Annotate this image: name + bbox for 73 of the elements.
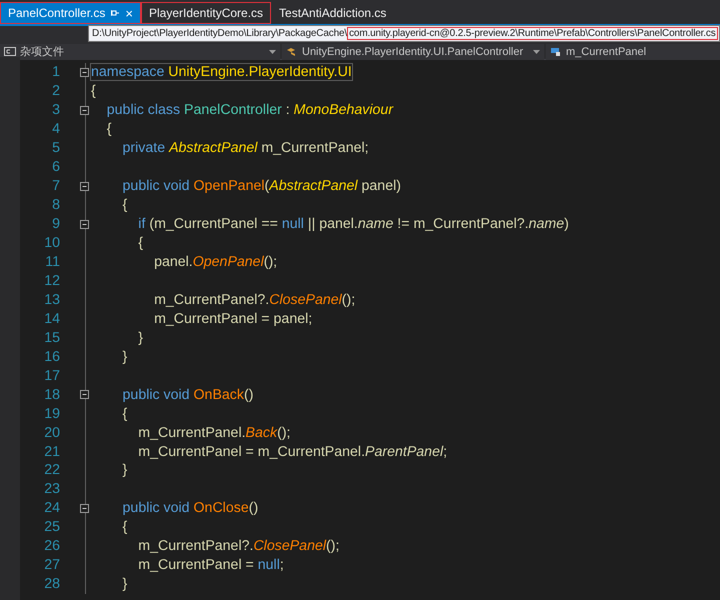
code-line: panel.OpenPanel(); — [153, 254, 278, 270]
code-line: { — [137, 235, 144, 252]
code-line: m_CurrentPanel = null; — [137, 557, 284, 574]
line-number: 21 — [43, 444, 60, 460]
collapse-icon[interactable] — [80, 390, 89, 400]
code-line: m_CurrentPanel?.ClosePanel(); — [153, 292, 356, 308]
code-line: m_CurrentPanel.Back(); — [137, 424, 290, 441]
class-icon — [286, 46, 298, 56]
code-line: private AbstractPanel m_CurrentPanel; — [122, 140, 369, 156]
path-text: D:\UnityProject\PlayerIdentityDemo\Library\PackageCache\ — [92, 28, 348, 39]
member-dropdown[interactable]: m_CurrentPanel — [546, 44, 720, 60]
file-tab[interactable]: PlayerIdentityCore.cs — [140, 2, 272, 24]
line-number: 22 — [43, 462, 60, 478]
line-number: 1 — [51, 64, 60, 80]
line-number: 7 — [51, 178, 60, 194]
close-icon[interactable]: × — [125, 6, 133, 20]
code-line: } — [122, 348, 128, 365]
file-tab[interactable]: PanelController.cs × — [0, 2, 141, 24]
field-icon — [550, 46, 562, 56]
code-line: if (m_CurrentPanel == null || panel.name != m_CurrentPanel?.name) — [137, 216, 569, 232]
line-number: 12 — [43, 272, 60, 289]
code-line: } — [137, 330, 144, 346]
collapse-icon[interactable] — [80, 182, 89, 191]
line-number: 23 — [43, 481, 60, 498]
line-number: 10 — [43, 235, 60, 252]
code-line: { — [122, 406, 128, 422]
code-line: public void OnClose() — [122, 500, 258, 516]
line-number: 28 — [43, 576, 60, 592]
line-number: 13 — [43, 292, 60, 308]
code-line: public class PanelController : MonoBehaviour — [106, 102, 394, 118]
code-line: public void OnBack() — [122, 386, 254, 403]
collapse-icon[interactable] — [80, 504, 89, 513]
code-line: public void OpenPanel(AbstractPanel panel) — [122, 178, 401, 194]
line-number: 15 — [43, 330, 60, 346]
line-number: 19 — [43, 406, 60, 422]
line-number: 20 — [43, 424, 60, 441]
line-number: 25 — [43, 519, 60, 536]
line-number: 18 — [43, 386, 60, 403]
line-number: 27 — [43, 557, 60, 574]
type-dropdown[interactable]: UnityEngine.PlayerIdentity.UI.PanelController — [282, 44, 544, 60]
line-number: 4 — [51, 121, 60, 138]
code-line: { — [122, 519, 128, 536]
code-line: namespace UnityEngine.PlayerIdentity.UI — [91, 64, 352, 80]
line-number: 8 — [51, 197, 60, 214]
line-number: 5 — [51, 140, 60, 156]
line-number: 26 — [43, 538, 60, 554]
code-line: { — [122, 197, 128, 214]
line-number: 11 — [44, 254, 60, 270]
pin-icon[interactable] — [111, 9, 120, 17]
line-number: 24 — [43, 500, 60, 516]
code-line: m_CurrentPanel = m_CurrentPanel.ParentPanel; — [137, 444, 448, 460]
file-tab[interactable]: TestAntiAddiction.cs — [271, 2, 394, 24]
code-line: m_CurrentPanel?.ClosePanel(); — [137, 538, 340, 554]
path-text: com.unity.playerid-cn@0.2.5-preview.2\Runtime\Prefab\Controllers\PanelController.cs — [347, 27, 718, 40]
csharp-file-icon — [4, 47, 16, 56]
project-dropdown[interactable]: 杂项文件 — [0, 44, 280, 60]
code-line: { — [91, 83, 96, 100]
line-number: 14 — [43, 310, 60, 327]
line-number: 17 — [43, 368, 60, 384]
line-number: 2 — [51, 83, 60, 100]
line-number: 9 — [51, 216, 60, 232]
code-line: m_CurrentPanel = panel; — [153, 310, 312, 327]
collapse-icon[interactable] — [80, 106, 89, 115]
collapse-icon[interactable] — [80, 68, 89, 77]
line-number: 6 — [51, 159, 60, 176]
dropdown-arrow-icon — [269, 50, 276, 54]
code-line: { — [106, 121, 112, 138]
collapse-icon[interactable] — [80, 220, 89, 229]
dropdown-arrow-icon — [533, 50, 540, 54]
code-line: } — [122, 462, 128, 478]
line-number: 16 — [43, 348, 60, 365]
code-line: } — [122, 576, 128, 592]
line-number: 3 — [51, 102, 60, 118]
